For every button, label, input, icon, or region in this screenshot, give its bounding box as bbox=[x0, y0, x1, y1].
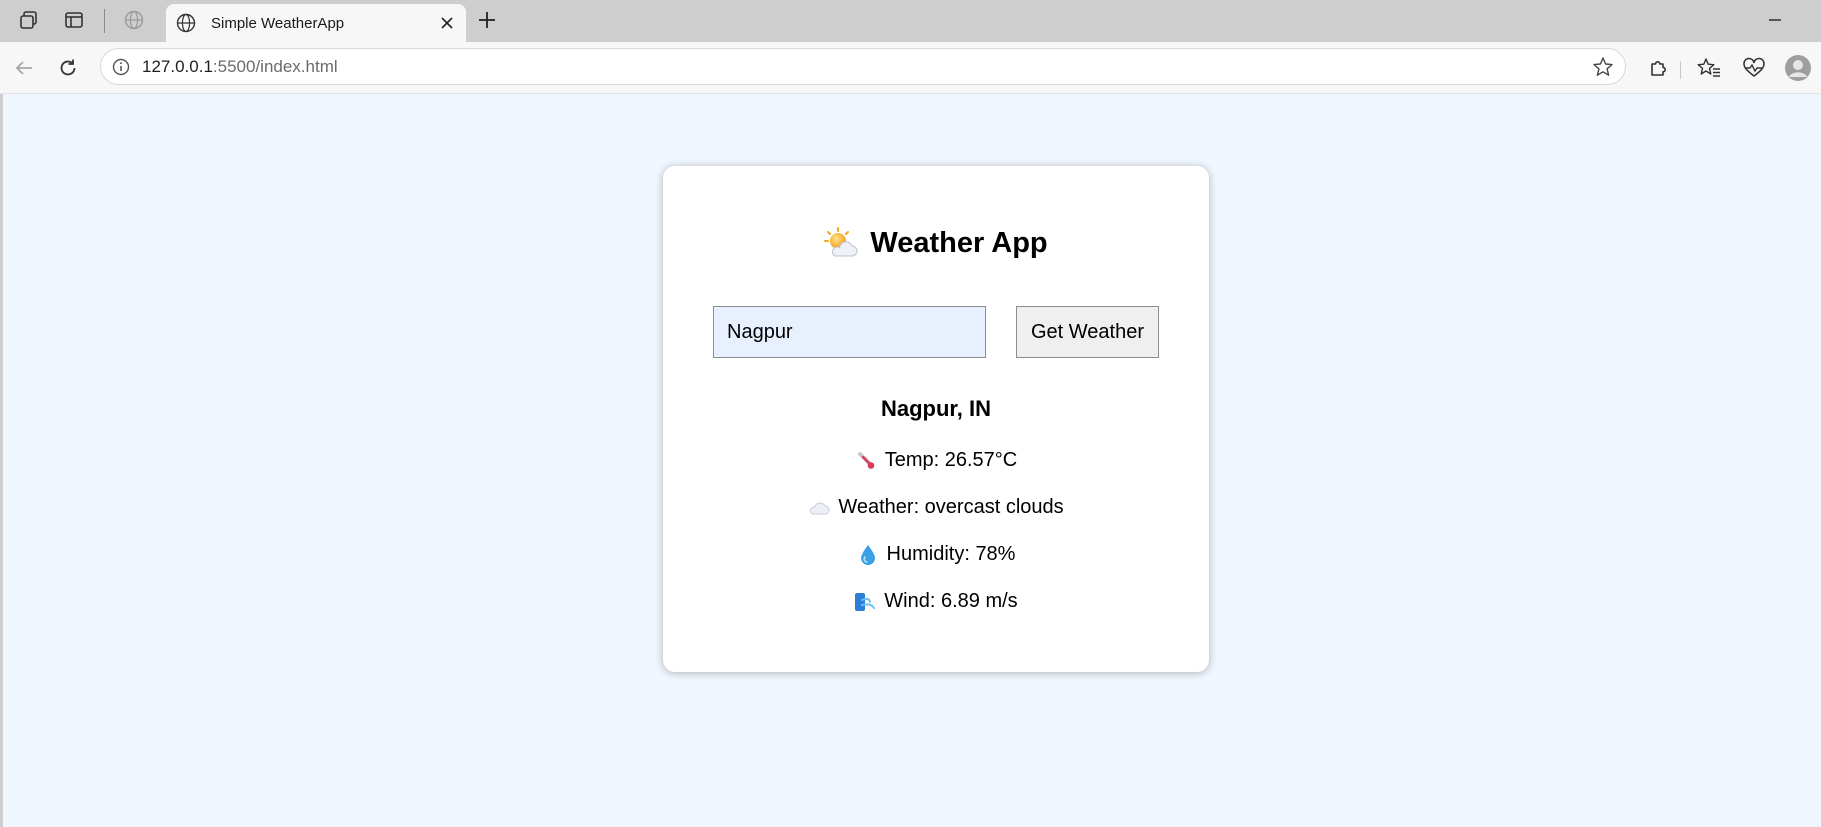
browser-tab-strip: Simple WeatherApp bbox=[0, 0, 1821, 42]
cloud-icon bbox=[808, 497, 830, 519]
workspaces-icon[interactable] bbox=[14, 6, 44, 34]
favorite-star-icon[interactable] bbox=[1591, 55, 1615, 79]
page-viewport: Weather App Get Weather Nagpur, IN Temp:… bbox=[3, 94, 1821, 827]
browser-toolbar: 127.0.0.1:5500/index.html bbox=[0, 42, 1821, 94]
vertical-tabs-icon[interactable] bbox=[59, 6, 89, 34]
globe-icon[interactable] bbox=[119, 6, 149, 34]
new-tab-button[interactable] bbox=[472, 5, 502, 35]
sun-behind-cloud-icon bbox=[824, 226, 858, 260]
weather-card: Weather App Get Weather Nagpur, IN Temp:… bbox=[663, 166, 1209, 672]
city-name: Nagpur, IN bbox=[880, 396, 991, 421]
app-title-text: Weather App bbox=[870, 226, 1048, 259]
city-search-input[interactable] bbox=[713, 306, 986, 358]
close-icon[interactable] bbox=[432, 8, 462, 38]
temperature-row: Temp: 26.57°C bbox=[663, 449, 1209, 472]
url-text[interactable]: 127.0.0.1:5500/index.html bbox=[142, 49, 338, 84]
humidity-text: Humidity: 78% bbox=[886, 543, 1016, 565]
refresh-icon[interactable] bbox=[52, 52, 84, 84]
tab-title: Simple WeatherApp bbox=[211, 14, 345, 32]
temperature-text: Temp: 26.57°C bbox=[884, 449, 1018, 471]
droplet-icon bbox=[857, 544, 879, 566]
get-weather-button[interactable]: Get Weather bbox=[1016, 306, 1159, 358]
back-arrow-icon[interactable] bbox=[8, 52, 40, 84]
plus-icon bbox=[479, 12, 495, 28]
wind-icon bbox=[854, 591, 876, 613]
page-title: Weather App bbox=[663, 226, 1209, 260]
thermometer-icon bbox=[855, 450, 877, 472]
url-path: :5500/index.html bbox=[212, 57, 338, 76]
extensions-icon[interactable] bbox=[1642, 52, 1674, 84]
weather-text: Weather: overcast clouds bbox=[838, 496, 1064, 518]
humidity-row: Humidity: 78% bbox=[663, 543, 1209, 566]
weather-row: Weather: overcast clouds bbox=[663, 496, 1209, 519]
minimize-icon[interactable] bbox=[1760, 6, 1790, 34]
toolbar-divider bbox=[1680, 61, 1681, 79]
url-host: 127.0.0.1 bbox=[142, 57, 213, 76]
tab-simple-weatherapp[interactable]: Simple WeatherApp bbox=[166, 4, 466, 42]
profile-avatar-icon[interactable] bbox=[1782, 52, 1814, 84]
wind-text: Wind: 6.89 m/s bbox=[884, 590, 1018, 612]
address-bar[interactable]: 127.0.0.1:5500/index.html bbox=[100, 48, 1626, 85]
tab-strip-divider bbox=[104, 9, 105, 33]
favorites-icon[interactable] bbox=[1693, 52, 1725, 84]
site-info-icon[interactable] bbox=[111, 57, 131, 77]
wind-row: Wind: 6.89 m/s bbox=[663, 590, 1209, 613]
globe-icon bbox=[175, 12, 197, 34]
browser-essentials-heart-icon[interactable] bbox=[1738, 52, 1770, 84]
